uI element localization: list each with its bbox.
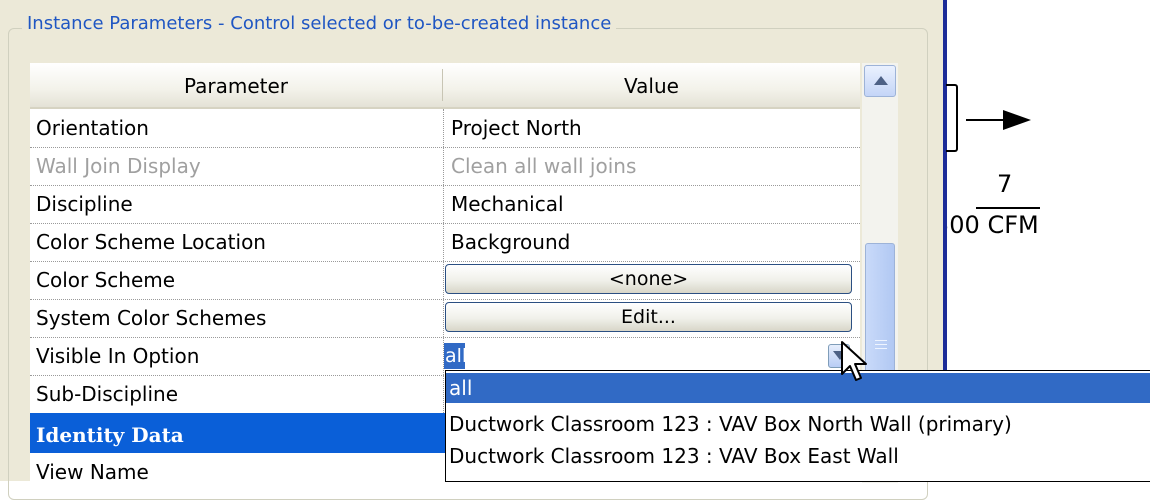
discipline-value[interactable]: Mechanical	[451, 185, 856, 223]
section-label: Identity Data	[36, 423, 184, 447]
param-label: Sub-Discipline	[36, 382, 179, 406]
edit-system-color-schemes-button[interactable]: Edit...	[445, 302, 852, 332]
scroll-up-arrow-icon	[874, 76, 888, 85]
param-label: Color Scheme	[36, 268, 176, 292]
flow-arrow-line	[966, 119, 1004, 121]
parameter-column-header[interactable]: Parameter	[30, 63, 442, 107]
param-label: Visible In Option	[36, 344, 200, 368]
column-separator	[443, 147, 444, 185]
grip-line	[875, 340, 887, 341]
column-separator	[443, 185, 444, 223]
param-label: Wall Join Display	[36, 154, 201, 178]
column-separator	[443, 109, 444, 147]
param-label: Orientation	[36, 116, 149, 140]
visible-in-option-dropdown-list[interactable]: all Ductwork Classroom 123 : VAV Box Nor…	[445, 370, 1150, 482]
param-label: Color Scheme Location	[36, 230, 266, 254]
value-column-header[interactable]: Value	[443, 63, 860, 107]
visible-in-option-combo-value[interactable]: all	[444, 343, 467, 369]
scroll-up-button[interactable]	[864, 65, 896, 97]
dropdown-option[interactable]: all	[446, 373, 1150, 403]
dropdown-option[interactable]: Ductwork Classroom 123 : VAV Box East Wa…	[446, 441, 1150, 471]
grid-header: Parameter Value	[30, 63, 860, 109]
column-separator	[443, 299, 444, 337]
tag-number: 7	[997, 170, 1013, 198]
mouse-cursor-icon	[841, 341, 867, 381]
grip-line	[875, 348, 887, 349]
flow-arrow-icon	[1003, 110, 1031, 130]
color-scheme-button[interactable]: <none>	[445, 264, 852, 294]
param-label: View Name	[36, 460, 149, 483]
duct-tag-bracket	[946, 84, 958, 152]
grid-row-wall-join-display: Wall Join Display Clean all wall joins	[30, 147, 860, 186]
column-separator	[443, 223, 444, 261]
airflow-clip: 500 CFM	[947, 211, 1150, 243]
orientation-value[interactable]: Project North	[451, 109, 856, 147]
column-separator	[443, 375, 444, 413]
param-label: Discipline	[36, 192, 133, 216]
grid-row-orientation[interactable]: Orientation Project North	[30, 109, 860, 148]
param-label: System Color Schemes	[36, 306, 267, 330]
groupbox-title: Instance Parameters - Control selected o…	[22, 13, 617, 35]
column-separator	[443, 261, 444, 299]
tag-fraction-line	[976, 207, 1040, 209]
wall-join-display-value: Clean all wall joins	[451, 154, 637, 178]
grid-row-discipline[interactable]: Discipline Mechanical	[30, 185, 860, 224]
color-scheme-location-value[interactable]: Background	[451, 223, 856, 261]
grid-row-color-scheme-location[interactable]: Color Scheme Location Background	[30, 223, 860, 262]
grid-row-color-scheme[interactable]: Color Scheme <none>	[30, 261, 860, 300]
airflow-label: 500 CFM	[947, 211, 1039, 239]
grip-line	[875, 344, 887, 345]
dropdown-option[interactable]: Ductwork Classroom 123 : VAV Box North W…	[446, 409, 1150, 439]
grid-row-system-color-schemes[interactable]: System Color Schemes Edit...	[30, 299, 860, 338]
